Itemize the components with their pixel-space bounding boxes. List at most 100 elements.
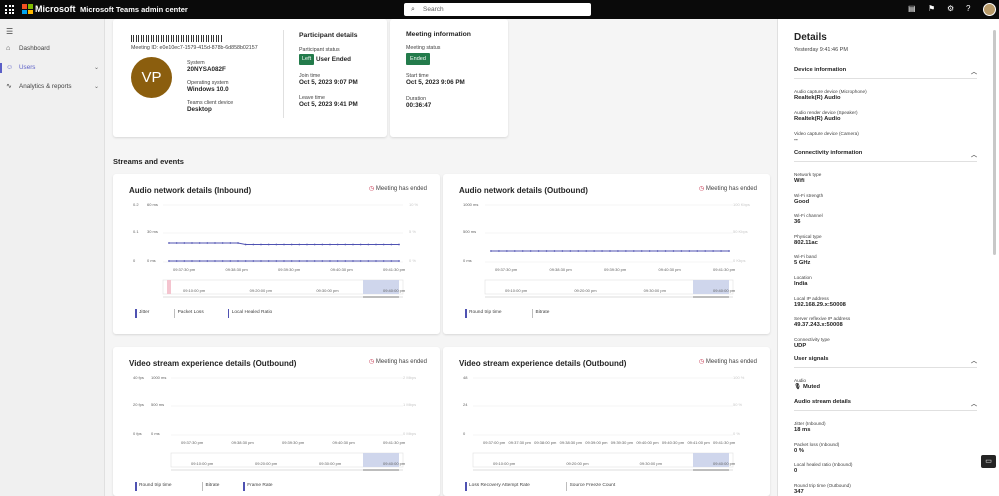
chevron-up-icon[interactable]: ︿ <box>971 356 977 365</box>
meeting-ended-notice: ◷ Meeting has ended <box>699 185 757 192</box>
series-point <box>214 242 216 244</box>
app-title[interactable]: Microsoft Teams admin center <box>80 5 188 14</box>
axis-tick-label: 100 Kbps <box>733 202 750 207</box>
series-point <box>221 260 224 262</box>
legend-swatch <box>135 482 137 491</box>
help-icon[interactable]: ? <box>966 4 970 14</box>
legend-label: Source Freeze Count <box>569 483 616 488</box>
range-marker <box>167 280 171 294</box>
series-point <box>313 260 316 262</box>
axis-tick-label: 09:39:00 pm <box>585 440 608 445</box>
series-point <box>329 243 331 246</box>
scrollbar[interactable] <box>993 30 996 255</box>
series-point <box>298 243 301 246</box>
legend-item[interactable]: Source Freeze Count <box>565 482 616 491</box>
series-point <box>656 250 659 252</box>
meeting-ended-notice: ◷ Meeting has ended <box>369 185 427 192</box>
chart-title: Video stream experience details (Outboun… <box>459 359 627 368</box>
flag-icon[interactable]: ⚑ <box>928 4 935 14</box>
system-value: 20NYSA082F <box>187 66 226 73</box>
audio-stream-header[interactable]: Audio stream details ︿ <box>794 399 977 411</box>
nav-dashboard[interactable]: ⌂ Dashboard <box>0 42 105 56</box>
series-point <box>214 260 216 262</box>
chevron-down-icon[interactable]: ⌄ <box>94 80 99 94</box>
detail-value: Realtek(R) Audio <box>794 116 841 122</box>
axis-tick-label: 100 % <box>733 375 745 380</box>
legend-item[interactable]: Jitter <box>135 309 149 318</box>
participant-avatar: VP <box>131 57 172 98</box>
device-info-header[interactable]: Device information ︿ <box>794 67 977 79</box>
series-point <box>336 260 339 262</box>
series-point <box>306 243 308 246</box>
clock-icon: ◷ <box>699 186 705 192</box>
legend-item[interactable]: Packet Loss <box>173 309 204 318</box>
meeting-status-badge: Ended <box>406 53 430 65</box>
axis-tick-label: 24 <box>463 402 468 407</box>
series-point <box>175 260 178 262</box>
top-bar: Microsoft Microsoft Teams admin center ⌕… <box>0 0 999 19</box>
app-launcher-icon[interactable] <box>5 5 14 14</box>
series-point <box>720 250 722 252</box>
notes-icon[interactable]: ▤ <box>908 4 916 14</box>
series-point <box>561 250 564 252</box>
chevron-up-icon[interactable]: ︿ <box>971 67 977 76</box>
chevron-up-icon[interactable]: ︿ <box>971 150 977 159</box>
axis-tick-label: 0.1 <box>133 229 139 234</box>
home-icon: ⌂ <box>6 45 11 52</box>
nav-label: Dashboard <box>19 45 50 52</box>
client-value: Desktop <box>187 106 212 113</box>
chevron-down-icon[interactable]: ⌄ <box>94 61 99 75</box>
gear-icon[interactable]: ⚙ <box>947 4 954 14</box>
legend-swatch <box>465 309 467 318</box>
legend-item[interactable]: Frame Rate <box>243 482 273 491</box>
series-point <box>704 250 707 252</box>
audio-label: Audio <box>794 378 806 383</box>
user-signals-header[interactable]: User signals ︿ <box>794 356 977 368</box>
nav-users[interactable]: ☺ Users ⌄ <box>0 61 105 75</box>
nav-analytics[interactable]: ∿ Analytics & reports ⌄ <box>0 80 105 94</box>
series-point <box>336 243 339 246</box>
series-point <box>168 260 170 262</box>
search-icon: ⌕ <box>411 6 415 13</box>
axis-tick-label: 0 % <box>409 258 416 263</box>
axis-tick-label: 09:41:30 pm <box>713 440 736 445</box>
details-subtitle: Yesterday 9:41:46 PM <box>794 47 848 53</box>
axis-tick-label: 09:39:30 pm <box>282 440 305 445</box>
user-avatar[interactable] <box>983 3 996 16</box>
legend-item[interactable]: Loss Recovery Attempt Rate <box>465 482 530 491</box>
legend-item[interactable]: Local Healed Ratio <box>227 309 273 318</box>
legend-item[interactable]: Bitrate <box>531 309 549 318</box>
axis-tick-label: 09:38:00 pm <box>534 440 557 445</box>
hamburger-icon[interactable]: ☰ <box>6 27 13 36</box>
series-point <box>553 250 556 252</box>
series-point <box>329 260 331 262</box>
feedback-chat-icon[interactable]: ▭ <box>981 455 996 468</box>
legend-item[interactable]: Bitrate <box>201 482 219 491</box>
series-point <box>183 260 186 262</box>
legend-item[interactable]: Round trip time <box>465 309 502 318</box>
series-point <box>569 250 572 252</box>
chart-title: Audio network details (Outbound) <box>459 186 588 195</box>
details-title: Details <box>794 32 827 43</box>
legend-label: Local Healed Ratio <box>231 310 273 315</box>
detail-value: Good <box>794 198 810 205</box>
search-box[interactable]: ⌕ Search <box>404 3 591 16</box>
connectivity-info-header[interactable]: Connectivity information ︿ <box>794 150 977 162</box>
brand-name: Microsoft <box>35 4 76 14</box>
axis-tick-label: 09:20:00 pm <box>249 288 272 293</box>
legend-item[interactable]: Round trip time <box>135 482 172 491</box>
axis-tick-label: 09:30:00 pm <box>316 288 339 293</box>
detail-label: Audio capture device (Microphone) <box>794 89 867 94</box>
detail-label: Wi-Fi channel <box>794 213 823 219</box>
series-point <box>183 242 186 244</box>
chevron-up-icon[interactable]: ︿ <box>971 399 977 408</box>
detail-label: Wi-Fi band <box>794 254 817 260</box>
divider <box>283 30 284 118</box>
legend-label: Loss Recovery Attempt Rate <box>469 483 530 488</box>
range-scrollbar-thumb <box>693 296 729 298</box>
axis-tick-label: 09:10:00 pm <box>191 461 214 466</box>
legend-swatch <box>227 309 230 318</box>
active-indicator <box>0 63 2 73</box>
detail-label: Packet loss (Inbound) <box>794 441 840 447</box>
range-scrollbar-thumb <box>363 296 399 298</box>
